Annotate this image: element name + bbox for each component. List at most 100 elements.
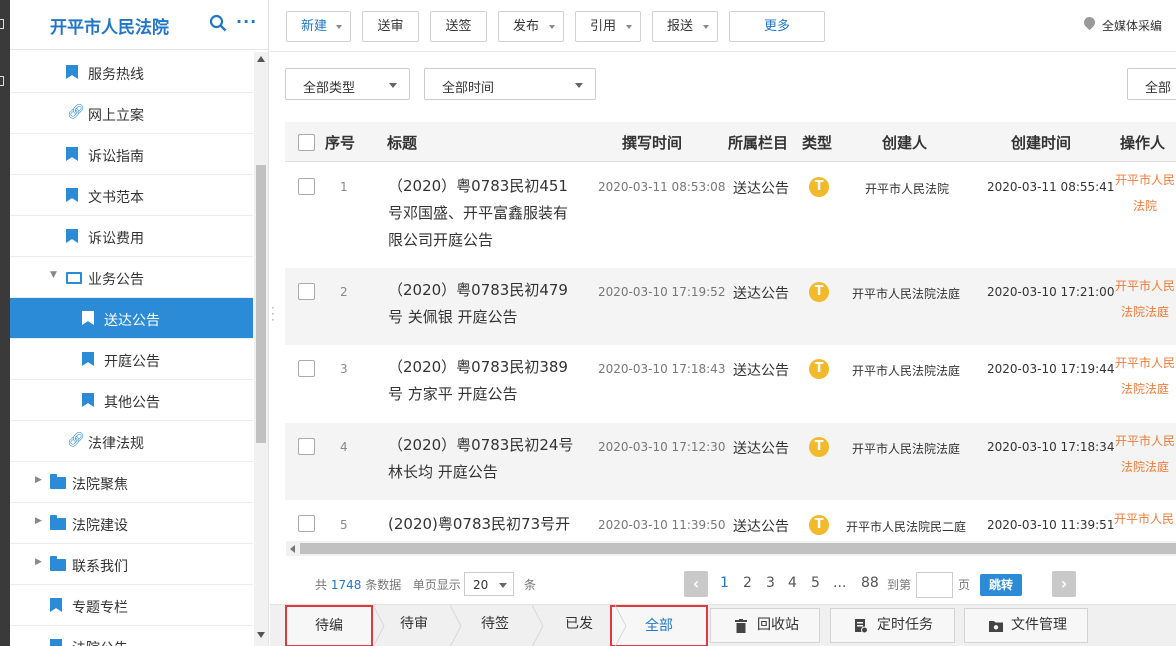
row-checkbox[interactable] (298, 178, 315, 195)
sidebar-item-contact[interactable]: ▶ 联系我们 (10, 544, 253, 585)
row-title-link[interactable]: （2020）粤0783民初24号 林长均 开庭公告 (388, 432, 574, 486)
row-checkbox[interactable] (298, 283, 315, 300)
type-filter-value: 全部类型 (303, 81, 356, 96)
row-title-link[interactable]: （2020）粤0783民初479号 关佩银 开庭公告 (388, 277, 574, 331)
row-column: 送达公告 (733, 286, 789, 302)
page-link[interactable]: 5 (811, 575, 820, 591)
header-create-time[interactable]: 创建时间 (1011, 132, 1071, 153)
expand-right-icon[interactable]: ▶ (35, 516, 42, 526)
row-column: 送达公告 (733, 441, 789, 457)
expand-down-icon[interactable]: ▼ (50, 270, 57, 280)
goto-button[interactable]: 跳转 (980, 574, 1022, 596)
new-button[interactable]: 新建 (286, 11, 351, 42)
more-icon[interactable]: ··· (236, 12, 257, 31)
sidebar-item-court-notices[interactable]: 法院公告 (10, 626, 253, 646)
header-write-time[interactable]: 撰写时间 (622, 132, 682, 153)
sidebar-item-hearing-notices[interactable]: 开庭公告 (10, 339, 253, 380)
next-page-button[interactable]: › (1052, 571, 1076, 597)
sidebar-item-service-notices[interactable]: 送达公告 (10, 298, 253, 339)
sidebar-item-label: 法院建设 (72, 518, 128, 534)
table-hscrollbar[interactable] (286, 541, 1176, 556)
tab-published[interactable]: 已发 (550, 605, 608, 646)
publish-button[interactable]: 发布 (498, 11, 564, 42)
goto-page-input[interactable] (916, 572, 953, 598)
page-size-select[interactable]: 20 (464, 572, 514, 596)
recycle-bin-button[interactable]: 回收站 (710, 608, 820, 643)
row-write-time: 2020-03-10 17:18:43 (598, 362, 726, 376)
pagination: 共 1748 条数据 单页显示 20 条 ‹ 1 2 3 4 5 ... 88 … (286, 570, 1176, 600)
row-title-link[interactable]: （2020）粤0783民初389号 方家平 开庭公告 (388, 354, 574, 408)
sidebar-item-court-focus[interactable]: ▶ 法院聚焦 (10, 462, 253, 503)
search-icon[interactable] (209, 14, 227, 32)
scroll-thumb[interactable] (256, 165, 266, 443)
header-creator[interactable]: 创建人 (882, 132, 927, 153)
send-review-button[interactable]: 送审 (362, 11, 419, 42)
sidebar-item-guide[interactable]: 诉讼指南 (10, 134, 253, 175)
header-num[interactable]: 序号 (325, 132, 355, 153)
bookmark-icon (82, 311, 94, 325)
sidebar-item-laws[interactable]: 🔗︎ 法律法规 (10, 421, 253, 462)
time-filter-select[interactable]: 全部时间 (424, 68, 596, 100)
expand-right-icon[interactable]: ▶ (35, 557, 42, 567)
text-type-icon: T (809, 282, 829, 302)
row-checkbox[interactable] (298, 360, 315, 377)
sidebar-item-fees[interactable]: 诉讼费用 (10, 216, 253, 257)
expand-right-icon[interactable]: ▶ (35, 475, 42, 485)
header-type[interactable]: 类型 (802, 132, 832, 153)
scroll-left-icon[interactable] (290, 545, 295, 553)
tab-draft[interactable]: 待编 (285, 605, 373, 646)
sidebar-item-court-building[interactable]: ▶ 法院建设 (10, 503, 253, 544)
type-filter-select[interactable]: 全部类型 (285, 68, 410, 100)
table-row[interactable]: 4 （2020）粤0783民初24号 林长均 开庭公告 2020-03-10 1… (285, 423, 1176, 500)
more-button[interactable]: 更多 (729, 11, 825, 42)
prev-page-button[interactable]: ‹ (684, 571, 708, 597)
table-row[interactable]: 1 （2020）粤0783民初451号邓国盛、开平富鑫服装有限公司开庭公告 20… (285, 162, 1176, 268)
content-table: 序号 标题 撰写时间 所属栏目 类型 创建人 创建时间 操作人 1 （2020）… (285, 122, 1176, 556)
tab-sign[interactable]: 待签 (466, 605, 524, 646)
row-checkbox[interactable] (298, 515, 315, 532)
sidebar-scrollbar[interactable] (254, 52, 268, 646)
table-row[interactable]: 2 （2020）粤0783民初479号 关佩银 开庭公告 2020-03-10 … (285, 268, 1176, 345)
rail-mark (0, 19, 4, 29)
sidebar-item-online-filing[interactable]: 🔗︎ 网上立案 (10, 93, 253, 134)
scroll-up-icon[interactable] (257, 56, 265, 62)
send-sign-button[interactable]: 送签 (430, 11, 487, 42)
table-row[interactable]: 3 （2020）粤0783民初389号 方家平 开庭公告 2020-03-10 … (285, 345, 1176, 423)
sidebar-item-templates[interactable]: 文书范本 (10, 175, 253, 216)
scroll-down-icon[interactable] (257, 632, 265, 638)
select-all-checkbox[interactable] (298, 134, 315, 151)
report-button[interactable]: 报送 (652, 11, 718, 42)
row-checkbox[interactable] (298, 438, 315, 455)
right-filter-select[interactable]: 全部 (1127, 68, 1176, 100)
cite-button[interactable]: 引用 (575, 11, 641, 42)
sidebar-item-other-notices[interactable]: 其他公告 (10, 380, 253, 421)
sidebar-item-label: 联系我们 (72, 559, 128, 575)
row-title-link[interactable]: （2020）粤0783民初451号邓国盛、开平富鑫服装有限公司开庭公告 (388, 173, 574, 254)
tab-review[interactable]: 待审 (385, 605, 443, 646)
chevron-down-icon (575, 83, 583, 88)
location-label[interactable]: 全媒体采编 (1102, 17, 1162, 34)
sidebar-item-special[interactable]: 专题专栏 (10, 585, 253, 626)
scheduled-tasks-button[interactable]: 定时任务 (830, 608, 955, 643)
page-link[interactable]: 4 (788, 575, 797, 591)
panel-splitter[interactable]: · · · (271, 302, 275, 326)
row-operator: 开平市人民法院法庭 (1114, 434, 1175, 474)
page-link[interactable]: 88 (861, 575, 879, 591)
sidebar-item-label: 文书范本 (88, 190, 144, 206)
file-manager-button[interactable]: 文件管理 (964, 608, 1088, 643)
page-link[interactable]: 1 (720, 575, 729, 591)
header-operator[interactable]: 操作人 (1120, 132, 1165, 153)
header-column[interactable]: 所属栏目 (728, 132, 788, 153)
link-icon: 🔗︎ (67, 432, 85, 448)
sidebar-header: 开平市人民法院 ··· (10, 0, 268, 50)
row-operator: 开平市人民法院法庭 (1114, 356, 1175, 396)
trash-icon (735, 619, 747, 633)
sidebar-item-business-notices[interactable]: ▼ 业务公告 (10, 257, 253, 298)
page-link[interactable]: 3 (766, 575, 775, 591)
sidebar-item-hotline[interactable]: 服务热线 (10, 52, 253, 93)
scroll-thumb[interactable] (300, 543, 1176, 554)
time-filter-value: 全部时间 (442, 81, 495, 96)
page-link[interactable]: 2 (743, 575, 752, 591)
folder-open-icon (66, 272, 82, 284)
header-title[interactable]: 标题 (387, 132, 417, 153)
